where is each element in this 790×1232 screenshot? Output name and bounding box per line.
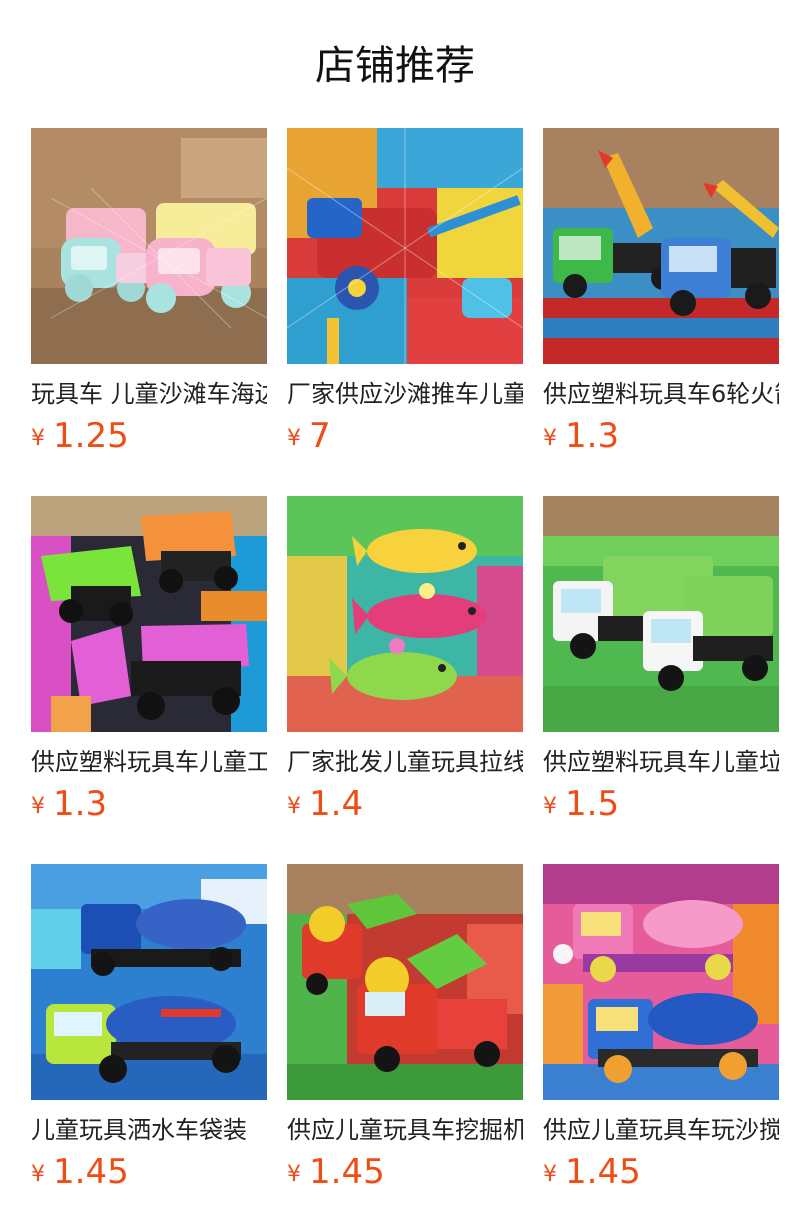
currency-symbol: ¥ [287,426,301,451]
product-name[interactable]: 供应儿童玩具车挖掘机 [287,1114,523,1146]
currency-symbol: ¥ [31,1162,45,1187]
product-image-green-garbage-truck-toys[interactable] [543,496,779,732]
product-name[interactable]: 玩具车 儿童沙滩车海边玩沙 [31,378,267,410]
product-name[interactable]: 厂家供应沙滩推车儿童玩具 [287,378,523,410]
store-recommendations-page: 店铺推荐 玩具车 儿童沙滩车海边 ¥ 1.25 厂家供应沙滩推车儿童 ¥ 7 供… [0,0,790,1232]
product-card[interactable]: 供应塑料玩具车6轮火箭车 ¥1.3 [543,128,779,456]
price-amount: 1.4 [309,784,364,824]
currency-symbol: ¥ [543,426,557,451]
price-amount: 1.45 [53,1152,129,1192]
currency-symbol: ¥ [543,794,557,819]
product-price: ¥7 [287,416,523,456]
product-price: ¥1.3 [543,416,779,456]
product-image-excavator-truck-toys[interactable] [287,864,523,1100]
product-name[interactable]: 儿童玩具洒水车袋装 [31,1114,267,1146]
product-image-rocket-launcher-truck-toys[interactable] [543,128,779,364]
price-amount: 1.3 [53,784,108,824]
currency-symbol: ¥ [31,794,45,819]
product-image-cement-mixer-truck-toys[interactable] [543,864,779,1100]
product-image-whale-plane-toys[interactable] [287,496,523,732]
product-price: ¥1.45 [31,1152,267,1192]
currency-symbol: ¥ [31,426,45,451]
product-image-pastel-dump-truck-toys[interactable] [31,128,267,364]
product-price: ¥1.5 [543,784,779,824]
product-card[interactable]: 儿童玩具洒水车袋装 ¥1.45 [31,864,267,1192]
product-price: ¥1.4 [287,784,523,824]
product-card[interactable]: 厂家供应沙滩推车儿童玩具 ¥7 [287,128,523,456]
product-card[interactable]: 供应儿童玩具车玩沙搅拌车 ¥1.45 [543,864,779,1192]
product-name[interactable]: 供应塑料玩具车6轮火箭车 [543,378,779,410]
price-amount: 1.25 [53,416,129,456]
product-card[interactable]: 供应塑料玩具车儿童工程车 ¥1.3 [31,496,267,824]
currency-symbol: ¥ [287,794,301,819]
product-price: ¥1.25 [31,416,267,456]
price-amount: 1.45 [565,1152,641,1192]
product-image-beach-cart-toy-set[interactable] [287,128,523,364]
product-image-water-tanker-truck-toys[interactable] [31,864,267,1100]
product-card[interactable]: 供应塑料玩具车儿童垃圾车 ¥1.5 [543,496,779,824]
product-name[interactable]: 供应塑料玩具车儿童垃圾车 [543,746,779,778]
product-name[interactable]: 供应塑料玩具车儿童工程车 [31,746,267,778]
price-amount: 7 [309,416,331,456]
product-card[interactable]: 供应儿童玩具车挖掘机 ¥1.45 [287,864,523,1192]
price-amount: 1.3 [565,416,620,456]
currency-symbol: ¥ [543,1162,557,1187]
product-price: ¥1.3 [31,784,267,824]
price-amount: 1.45 [309,1152,385,1192]
currency-symbol: ¥ [287,1162,301,1187]
price-amount: 1.5 [565,784,620,824]
product-card[interactable]: 玩具车 儿童沙滩车海边玩沙 ¥1.25 [31,128,267,456]
page-title: 店铺推荐 [315,43,475,89]
product-price: ¥1.45 [287,1152,523,1192]
product-name[interactable]: 厂家批发儿童玩具拉线飞机 [287,746,523,778]
product-image-bulldozer-toy-trucks[interactable] [31,496,267,732]
product-price: ¥1.45 [543,1152,779,1192]
product-card[interactable]: 厂家批发儿童玩具拉线飞机 ¥1.4 [287,496,523,824]
product-name[interactable]: 供应儿童玩具车玩沙搅拌车 [543,1114,779,1146]
